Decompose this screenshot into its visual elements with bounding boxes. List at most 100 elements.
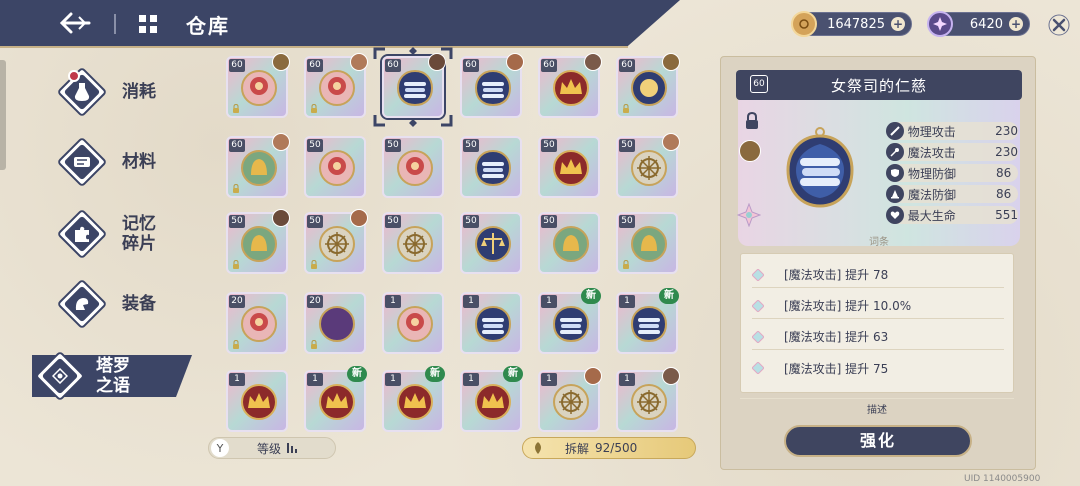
tarot-bell-icon bbox=[241, 226, 277, 262]
detail-title: 女祭司的仁慈 bbox=[830, 77, 927, 95]
affix-row: [魔法攻击] 提升 75 bbox=[752, 355, 1004, 381]
gem-currency[interactable]: 6420 + bbox=[927, 11, 1030, 37]
back-button[interactable] bbox=[56, 8, 96, 38]
tarot-wheel-icon bbox=[553, 384, 589, 420]
top-divider bbox=[114, 14, 116, 34]
tarot-card[interactable]: 1 bbox=[382, 292, 444, 354]
affix-row: [魔法攻击] 提升 78 bbox=[752, 262, 1004, 288]
lock-icon bbox=[623, 260, 629, 269]
nav-label: 消耗 bbox=[122, 82, 156, 102]
sword-icon bbox=[886, 122, 904, 140]
stat-value: 230 bbox=[995, 124, 1018, 138]
owner-avatar[interactable] bbox=[739, 140, 761, 162]
tarot-card[interactable]: 50 bbox=[304, 136, 366, 198]
shield-icon bbox=[886, 164, 904, 182]
tarot-crown-icon bbox=[553, 70, 589, 106]
tarot-card[interactable]: 50 bbox=[382, 212, 444, 274]
tarot-card[interactable]: 60 bbox=[304, 53, 368, 118]
tarot-crown-icon bbox=[241, 384, 277, 420]
tarot-card[interactable]: 1 bbox=[460, 292, 522, 354]
tarot-flower-icon bbox=[397, 306, 433, 342]
tarot-moon-icon bbox=[319, 306, 355, 342]
new-badge: 新 bbox=[425, 366, 445, 382]
gem-plus-button[interactable]: + bbox=[1009, 17, 1023, 31]
tarot-card[interactable]: 50 bbox=[538, 136, 600, 198]
stat-value: 230 bbox=[995, 145, 1018, 159]
tarot-crown-icon bbox=[319, 384, 355, 420]
tarot-card[interactable]: 50 bbox=[616, 212, 678, 274]
stat-value: 551 bbox=[995, 208, 1018, 222]
tarot-card[interactable]: 60 bbox=[538, 53, 602, 118]
notification-dot bbox=[68, 70, 80, 82]
dismantle-button[interactable]: 拆解 92/500 bbox=[522, 437, 696, 459]
tarot-card[interactable]: 50 bbox=[538, 212, 600, 274]
tarot-wheel-icon bbox=[631, 150, 667, 186]
close-icon bbox=[1048, 14, 1070, 36]
tarot-card[interactable]: 20 bbox=[226, 292, 288, 354]
tarot-card[interactable]: 1新 bbox=[304, 366, 367, 432]
tarot-sun-icon bbox=[631, 70, 667, 106]
dismantle-count: 92/500 bbox=[595, 441, 638, 455]
lock-icon bbox=[623, 104, 629, 113]
tarot-card[interactable]: 1新 bbox=[538, 288, 601, 354]
tarot-card[interactable]: 50 bbox=[460, 212, 522, 274]
description-label: 描述 bbox=[740, 398, 1014, 416]
nav-label: 装备 bbox=[122, 294, 156, 314]
tarot-flower-icon bbox=[397, 150, 433, 186]
tarot-card[interactable]: 50 bbox=[382, 136, 444, 198]
lock-icon bbox=[311, 260, 317, 269]
affix-text: [魔法攻击] 提升 10.0% bbox=[784, 299, 912, 313]
stat-name: 最大生命 bbox=[907, 208, 956, 223]
tarot-card[interactable]: 50 bbox=[304, 209, 368, 274]
nav-item-tarot[interactable]: 塔罗 之语 bbox=[38, 354, 130, 398]
owner-avatar bbox=[584, 53, 602, 71]
lock-icon bbox=[233, 104, 239, 113]
top-bar bbox=[0, 0, 680, 48]
tarot-card[interactable]: 1新 bbox=[616, 288, 679, 354]
set-emblem-icon[interactable] bbox=[737, 203, 761, 227]
new-badge: 新 bbox=[581, 288, 601, 304]
tarot-bell-icon bbox=[631, 226, 667, 262]
close-button[interactable] bbox=[1046, 12, 1072, 38]
nav-item-equipment[interactable]: 装备 bbox=[60, 282, 156, 326]
tarot-card[interactable]: 1 bbox=[538, 367, 602, 432]
gold-plus-button[interactable]: + bbox=[891, 17, 905, 31]
owner-avatar bbox=[584, 367, 602, 385]
stat-name: 物理攻击 bbox=[907, 124, 956, 139]
tarot-card[interactable]: 1 bbox=[226, 370, 288, 432]
lock-icon[interactable] bbox=[744, 112, 760, 130]
affix-text: [魔法攻击] 提升 78 bbox=[784, 268, 889, 282]
tarot-card[interactable]: 1新 bbox=[382, 366, 445, 432]
entries-label: 词条 bbox=[869, 237, 889, 248]
tarot-scroll-icon bbox=[474, 149, 512, 187]
hat-icon bbox=[886, 185, 904, 203]
selection-frame bbox=[373, 47, 453, 127]
scroll-handle[interactable] bbox=[0, 60, 6, 170]
nav-item-materials[interactable]: 材料 bbox=[60, 140, 156, 184]
owner-avatar bbox=[272, 209, 290, 227]
tarot-scroll-icon bbox=[474, 305, 512, 343]
leaf-icon bbox=[535, 442, 541, 454]
tarot-card[interactable]: 60 bbox=[226, 133, 290, 198]
tarot-card[interactable]: 1 bbox=[616, 367, 680, 432]
affix-text: [魔法攻击] 提升 75 bbox=[784, 361, 889, 376]
tarot-card[interactable]: 60 bbox=[460, 53, 524, 118]
sort-by-level-button[interactable]: Y 等级 bbox=[208, 437, 336, 459]
tarot-card[interactable]: 60 bbox=[616, 53, 680, 118]
stat-name: 魔法攻击 bbox=[907, 145, 956, 160]
gold-currency[interactable]: 1647825 + bbox=[791, 11, 912, 37]
tarot-card[interactable]: 50 bbox=[460, 136, 522, 198]
tarot-scroll-icon bbox=[552, 305, 590, 343]
tarot-card[interactable]: 20 bbox=[304, 292, 366, 354]
tarot-card[interactable]: 50 bbox=[616, 133, 680, 198]
tarot-flower-icon bbox=[241, 70, 277, 106]
tarot-card[interactable]: 60 bbox=[226, 53, 290, 118]
dismantle-label: 拆解 bbox=[565, 441, 590, 456]
affix-row: [魔法攻击] 提升 10.0% bbox=[752, 293, 1004, 319]
nav-item-memory-fragments[interactable]: 记忆 碎片 bbox=[60, 212, 156, 256]
tarot-flower-icon bbox=[241, 306, 277, 342]
tarot-card[interactable]: 50 bbox=[226, 209, 290, 274]
tarot-card[interactable]: 1新 bbox=[460, 366, 523, 432]
owner-avatar bbox=[272, 133, 290, 151]
upgrade-button[interactable]: 强化 bbox=[784, 425, 972, 457]
